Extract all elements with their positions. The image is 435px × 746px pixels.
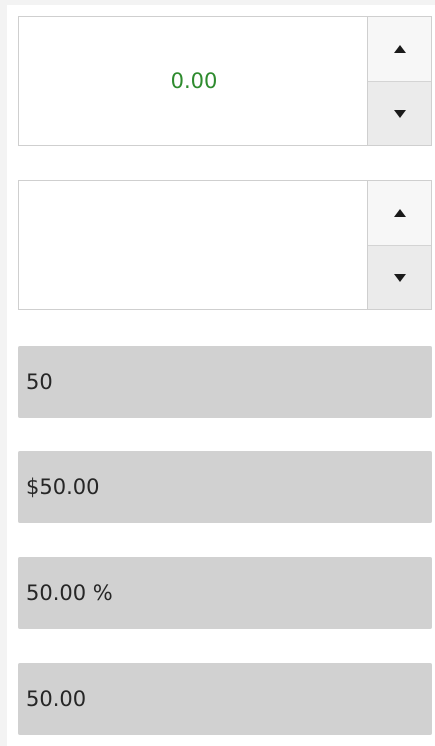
numeric-stepper-1: 0.00 [18, 16, 432, 146]
numeric-stepper-2 [18, 180, 432, 310]
triangle-up-icon [393, 209, 406, 217]
spin-buttons [367, 17, 431, 145]
triangle-up-icon [393, 45, 406, 53]
decrement-button[interactable] [368, 245, 431, 309]
triangle-down-icon [393, 109, 406, 118]
triangle-down-icon [393, 273, 406, 282]
increment-button[interactable] [368, 17, 431, 81]
decrement-button[interactable] [368, 81, 431, 145]
stepper-value-input[interactable]: 0.00 [19, 17, 369, 145]
increment-button[interactable] [368, 181, 431, 245]
percent-field: 50.00 % [18, 557, 432, 629]
spin-buttons [367, 181, 431, 309]
left-divider [0, 0, 7, 746]
currency-field: $50.00 [18, 451, 432, 523]
top-divider [7, 0, 435, 5]
decimal-field: 50.00 [18, 663, 432, 735]
plain-number-field: 50 [18, 346, 432, 418]
stepper-value-input[interactable] [19, 181, 369, 309]
numeric-input-panel: 0.00 50 $50.00 50.00 % 50.00 [0, 0, 435, 746]
